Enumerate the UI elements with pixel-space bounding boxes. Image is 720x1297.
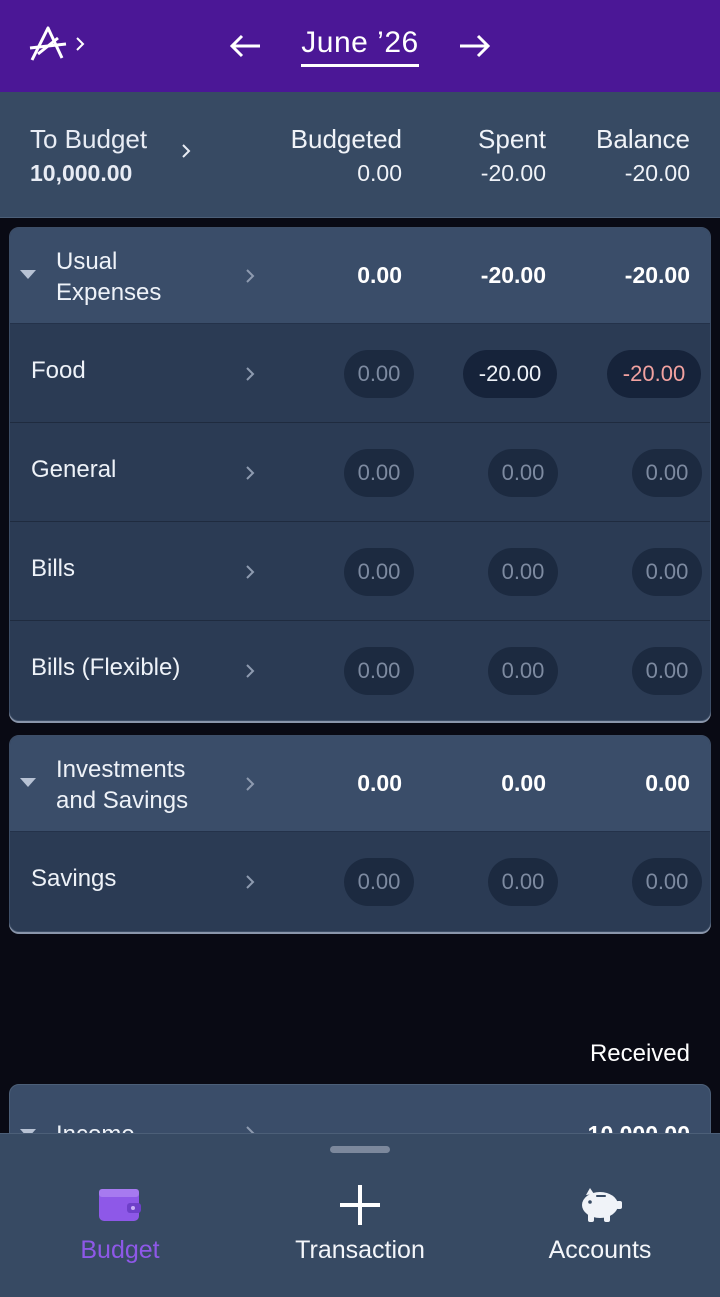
category-name[interactable]: Food: [31, 357, 86, 385]
budgeted-label: Budgeted: [290, 124, 402, 154]
to-budget-value: 10,000.00: [30, 160, 133, 186]
group-name-line2: Expenses: [56, 279, 162, 306]
category-row-general: General 0.00 0.00 0.00: [10, 423, 710, 522]
chevron-right-icon: [180, 134, 192, 168]
month-navigator: June ’26: [225, 26, 494, 67]
spent-total: -20.00: [480, 160, 546, 186]
received-column-label: Received: [589, 1040, 690, 1067]
category-name[interactable]: General: [31, 456, 116, 484]
spent-amount[interactable]: 0.00: [488, 858, 558, 906]
collapse-caret-icon[interactable]: [20, 270, 36, 279]
group-budgeted: 0.00: [357, 262, 402, 288]
top-bar: June ’26: [0, 0, 720, 92]
chevron-right-icon: [74, 35, 86, 53]
balance-label: Balance: [596, 124, 690, 154]
spent-amount[interactable]: 0.00: [488, 449, 558, 497]
arrow-right-icon: [459, 34, 490, 58]
budgeted-amount-input[interactable]: 0.00: [344, 858, 414, 906]
budgeted-amount-input[interactable]: 0.00: [344, 647, 414, 695]
group-name-line1: Investments: [56, 756, 186, 783]
balance-amount[interactable]: 0.00: [632, 647, 702, 695]
group-name-line1: Usual: [56, 248, 118, 275]
budgeted-amount-input[interactable]: 0.00: [344, 548, 414, 596]
nav-accounts[interactable]: Accounts: [500, 1182, 700, 1265]
chevron-right-icon: [246, 664, 255, 678]
next-month-button[interactable]: [455, 26, 495, 66]
nav-budget-label: Budget: [80, 1236, 160, 1264]
to-budget-button[interactable]: To Budget 10,000.00: [30, 122, 191, 190]
collapse-caret-icon[interactable]: [20, 778, 36, 787]
drawer-handle[interactable]: [330, 1146, 390, 1153]
app-menu-button[interactable]: [28, 24, 86, 64]
group-spent: 0.00: [501, 770, 546, 796]
group-budgeted: 0.00: [357, 770, 402, 796]
group-header[interactable]: Investments and Savings 0.00 0.00 0.00: [10, 736, 710, 832]
budgeted-column-header: Budgeted 0.00: [291, 122, 402, 190]
chevron-right-icon: [246, 565, 255, 579]
category-row-bills-flexible: Bills (Flexible) 0.00 0.00 0.00: [10, 621, 710, 720]
chevron-right-icon: [246, 269, 255, 283]
category-group-usual-expenses: Usual Expenses 0.00 -20.00 -20.00 Food 0…: [9, 227, 711, 721]
group-name[interactable]: Investments and Savings: [56, 754, 188, 816]
balance-total: -20.00: [624, 160, 690, 186]
month-title[interactable]: June ’26: [301, 26, 419, 67]
chevron-right-icon: [246, 875, 255, 889]
budgeted-total: 0.00: [357, 160, 402, 186]
budgeted-amount-input[interactable]: 0.00: [344, 449, 414, 497]
category-row-food: Food 0.00 -20.00 -20.00: [10, 324, 710, 423]
nav-accounts-label: Accounts: [548, 1236, 652, 1264]
group-name[interactable]: Usual Expenses: [56, 246, 161, 308]
category-row-savings: Savings 0.00 0.00 0.00: [10, 832, 710, 931]
group-balance: -20.00: [624, 262, 690, 288]
chevron-right-icon: [246, 466, 255, 480]
spent-label: Spent: [478, 124, 546, 154]
category-name[interactable]: Bills: [31, 555, 75, 583]
nav-budget[interactable]: Budget: [20, 1182, 220, 1265]
balance-amount[interactable]: 0.00: [632, 858, 702, 906]
piggy-bank-icon: [500, 1182, 700, 1228]
group-name-line2: and Savings: [56, 787, 189, 814]
category-row-bills: Bills 0.00 0.00 0.00: [10, 522, 710, 621]
previous-month-button[interactable]: [225, 26, 265, 66]
wallet-icon: [20, 1182, 220, 1228]
spent-column-header: Spent -20.00: [478, 122, 546, 190]
group-spent: -20.00: [480, 262, 546, 288]
arrow-left-icon: [230, 34, 261, 58]
bottom-navigation: Budget Transaction Accounts: [0, 1133, 720, 1297]
chevron-right-icon: [246, 367, 255, 381]
balance-amount[interactable]: -20.00: [607, 350, 701, 398]
balance-column-header: Balance -20.00: [596, 122, 690, 190]
category-name[interactable]: Savings: [31, 865, 116, 893]
actual-logo-icon: [28, 24, 68, 64]
spent-amount[interactable]: -20.00: [463, 350, 557, 398]
nav-transaction[interactable]: Transaction: [260, 1182, 460, 1265]
category-name[interactable]: Bills (Flexible): [31, 654, 180, 682]
chevron-right-icon: [246, 777, 255, 791]
budgeted-amount-input[interactable]: 0.00: [344, 350, 414, 398]
budget-summary: To Budget 10,000.00 Budgeted 0.00 Spent …: [0, 92, 720, 218]
balance-amount[interactable]: 0.00: [632, 449, 702, 497]
nav-transaction-label: Transaction: [295, 1236, 425, 1264]
balance-amount[interactable]: 0.00: [632, 548, 702, 596]
plus-icon: [260, 1182, 460, 1228]
group-header[interactable]: Usual Expenses 0.00 -20.00 -20.00: [10, 228, 710, 324]
spent-amount[interactable]: 0.00: [488, 548, 558, 596]
spent-amount[interactable]: 0.00: [488, 647, 558, 695]
group-balance: 0.00: [645, 770, 690, 796]
to-budget-label: To Budget: [30, 124, 148, 154]
category-group-investments-and-savings: Investments and Savings 0.00 0.00 0.00 S…: [9, 735, 711, 932]
